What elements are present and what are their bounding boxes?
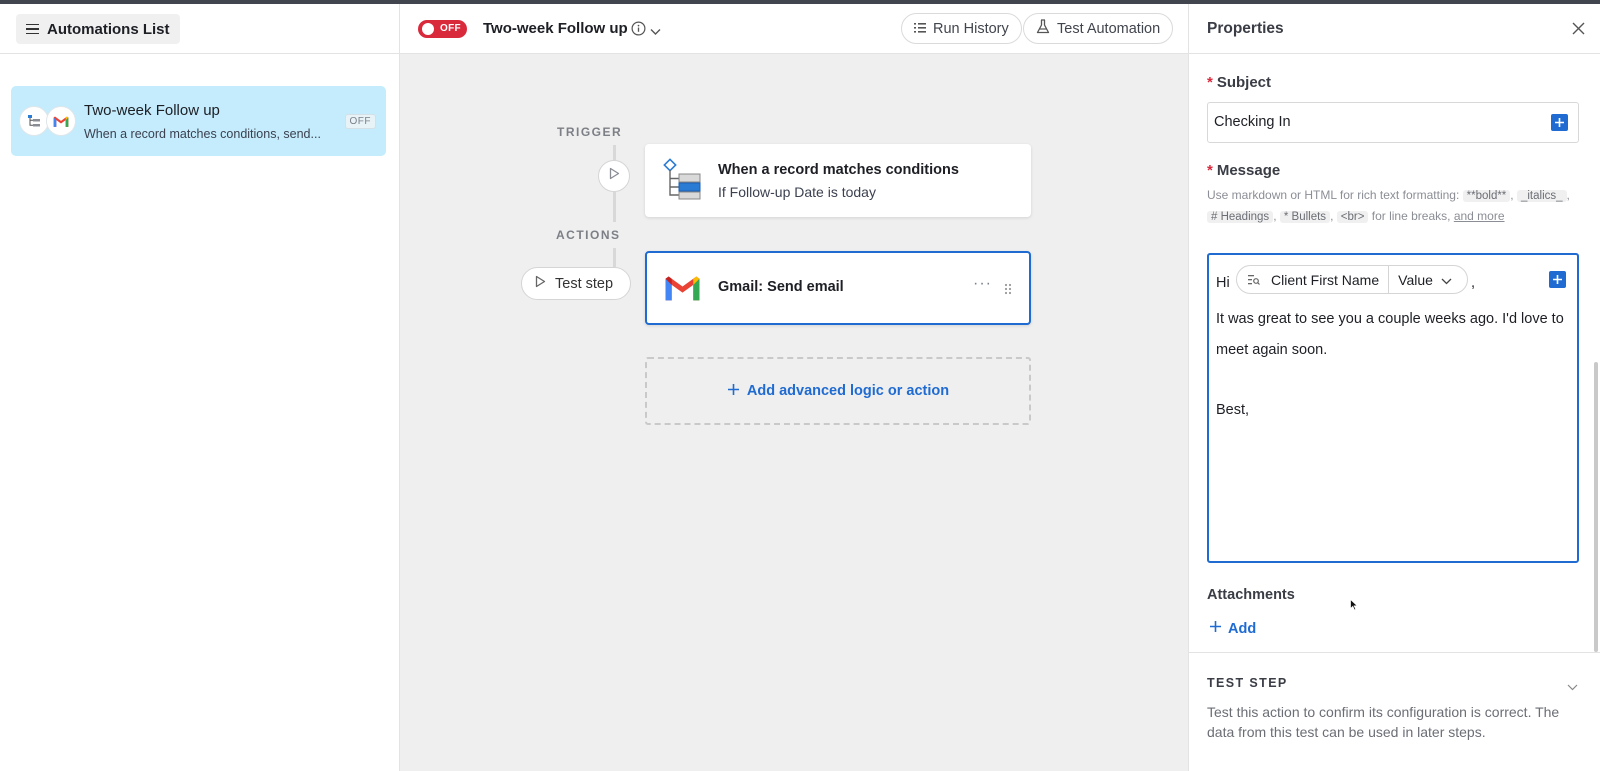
trigger-tree-icon: [19, 106, 49, 136]
code-br: <br>: [1336, 211, 1369, 223]
run-trigger-button[interactable]: [598, 160, 630, 192]
add-logic-label: Add advanced logic or action: [746, 383, 950, 399]
drag-handle-icon[interactable]: [1004, 282, 1012, 300]
automations-sidebar: Automations List Two-week Follow up When…: [0, 4, 400, 771]
subject-field[interactable]: Checking In: [1207, 102, 1579, 143]
more-options-icon[interactable]: ···: [973, 275, 992, 293]
automations-list-label: Automations List: [47, 20, 170, 38]
subject-label: * Subject: [1207, 74, 1271, 91]
test-step-section-title: TEST STEP: [1207, 676, 1288, 690]
test-step-label: Test step: [555, 275, 614, 292]
test-step-button[interactable]: Test step: [521, 267, 631, 300]
mouse-cursor-icon: [1350, 598, 1359, 616]
item-app-icons: [19, 106, 79, 136]
automation-name[interactable]: Two-week Follow up: [483, 20, 628, 37]
lookup-field-icon: [1248, 272, 1260, 288]
test-automation-label: Test Automation: [1057, 20, 1161, 37]
toggle-knob: [422, 23, 434, 35]
run-history-label: Run History: [933, 20, 1009, 37]
test-step-description: Test this action to confirm its configur…: [1207, 704, 1560, 740]
section-divider: [1189, 652, 1600, 653]
code-bullets: * Bullets: [1279, 211, 1331, 223]
gmail-icon: [46, 106, 76, 136]
trigger-card[interactable]: When a record matches conditions If Foll…: [645, 144, 1031, 217]
and-more-link[interactable]: and more: [1454, 209, 1505, 223]
properties-title: Properties: [1207, 20, 1284, 37]
trigger-title: When a record matches conditions: [718, 162, 959, 178]
help-sep: ,: [1330, 209, 1334, 223]
automation-item-title: Two-week Follow up: [84, 102, 220, 119]
formatting-help: Use markdown or HTML for rich text forma…: [1207, 185, 1579, 227]
canvas-header: OFF Two-week Follow up Run History Test …: [400, 4, 1188, 54]
help-prefix: Use markdown or HTML for rich text forma…: [1207, 188, 1460, 202]
code-bold: **bold**: [1462, 190, 1511, 202]
automation-item-subtitle: When a record matches conditions, send..…: [84, 127, 321, 141]
required-asterisk: *: [1207, 162, 1213, 179]
run-history-button[interactable]: Run History: [901, 13, 1022, 44]
automation-list-item[interactable]: Two-week Follow up When a record matches…: [11, 86, 386, 156]
message-editor[interactable]: Hi Client First Name Value , It was grea…: [1207, 253, 1579, 563]
actions-section-label: ACTIONS: [556, 228, 621, 242]
chevron-down-icon[interactable]: [1441, 272, 1452, 288]
required-asterisk: *: [1207, 74, 1213, 91]
play-icon: [535, 275, 546, 292]
list-icon: [914, 21, 926, 37]
insert-field-button[interactable]: [1549, 271, 1566, 288]
automations-list-button[interactable]: Automations List: [16, 14, 180, 44]
play-icon: [609, 167, 620, 185]
help-sep: ,: [1566, 188, 1570, 202]
automation-status-badge: OFF: [344, 114, 376, 129]
add-attachment-label: Add: [1228, 620, 1257, 637]
properties-panel: Properties * Subject Checking In * Message…: [1188, 4, 1600, 771]
trigger-section-label: TRIGGER: [557, 125, 623, 139]
token-divider: [1388, 266, 1390, 293]
flask-icon: [1036, 19, 1050, 38]
trigger-condition: If Follow-up Date is today: [718, 184, 876, 200]
message-label-text: Message: [1216, 162, 1281, 179]
help-sep: ,: [1510, 188, 1514, 202]
insert-field-button[interactable]: [1551, 114, 1568, 131]
gmail-action-card[interactable]: Gmail: Send email ···: [645, 251, 1031, 325]
hamburger-icon: [26, 23, 39, 35]
add-logic-or-action-button[interactable]: Add advanced logic or action: [645, 357, 1031, 425]
field-token[interactable]: Client First Name Value: [1236, 265, 1468, 294]
subject-value: Checking In: [1214, 114, 1291, 130]
automation-canvas: OFF Two-week Follow up Run History Test …: [400, 4, 1188, 771]
token-field-name: Client First Name: [1271, 271, 1380, 288]
plus-icon: [1209, 620, 1222, 637]
record-conditions-icon: [663, 158, 703, 205]
connector-line: [613, 248, 616, 267]
info-icon[interactable]: [631, 21, 646, 41]
test-automation-button[interactable]: Test Automation: [1023, 13, 1174, 44]
help-sep: ,: [1273, 209, 1277, 223]
attachments-label: Attachments: [1207, 587, 1295, 603]
help-suffix: for line breaks,: [1371, 209, 1451, 223]
connector-line: [613, 192, 616, 222]
message-body-text: It was great to see you a couple weeks a…: [1216, 311, 1564, 358]
subject-label-text: Subject: [1216, 74, 1272, 91]
add-attachment-button[interactable]: Add: [1209, 620, 1256, 637]
gmail-icon: [664, 274, 701, 307]
chevron-down-icon[interactable]: [1567, 678, 1578, 696]
token-mode[interactable]: Value: [1398, 272, 1433, 288]
code-headings: # Headings: [1207, 211, 1274, 223]
message-comma: ,: [1471, 275, 1476, 291]
toggle-label: OFF: [440, 23, 461, 34]
message-label: * Message: [1207, 162, 1280, 179]
action-title: Gmail: Send email: [718, 279, 844, 295]
chevron-down-icon[interactable]: [650, 23, 661, 41]
automation-on-off-toggle[interactable]: OFF: [418, 20, 467, 38]
sidebar-header: Automations List: [0, 4, 399, 54]
properties-header: Properties: [1189, 4, 1600, 54]
message-signoff: Best,: [1216, 402, 1250, 418]
code-italics: _italics_: [1516, 190, 1567, 202]
plus-icon: [727, 383, 740, 400]
close-icon[interactable]: [1572, 22, 1585, 40]
connector-line: [613, 145, 616, 160]
message-greeting: Hi: [1216, 275, 1230, 291]
properties-scrollbar[interactable]: [1594, 362, 1598, 652]
